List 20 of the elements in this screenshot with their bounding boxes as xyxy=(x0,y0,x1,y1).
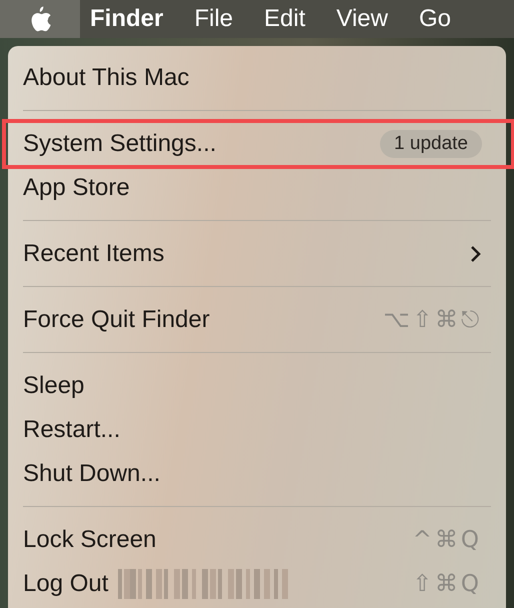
keyboard-shortcut: ⇧⌘Q xyxy=(412,571,482,597)
menu-bar-item[interactable]: Go xyxy=(408,0,472,38)
menu-item[interactable]: Recent Items xyxy=(23,240,164,268)
keyboard-shortcut: ^⌘Q xyxy=(412,527,482,553)
menu-item[interactable]: Lock Screen xyxy=(23,526,156,554)
menu-item[interactable]: App Store xyxy=(23,174,130,202)
menu-item[interactable]: About This Mac xyxy=(23,64,190,92)
menu-item[interactable]: Shut Down... xyxy=(23,460,160,488)
menu-bar-item[interactable]: Edit xyxy=(254,0,326,38)
menu-bar-item[interactable]: Finder xyxy=(80,0,184,38)
menu-bar-item[interactable]: File xyxy=(184,0,254,38)
menu-item[interactable]: Restart... xyxy=(23,416,120,444)
menu-bar-item[interactable]: View xyxy=(326,0,409,38)
keyboard-shortcut: ⌥⇧⌘⎋ xyxy=(383,307,482,333)
menu-item[interactable]: Log Out xyxy=(23,570,108,598)
menu-item[interactable]: System Settings... xyxy=(23,130,216,158)
update-badge: 1 update xyxy=(380,130,482,158)
apple-menu-button[interactable] xyxy=(0,0,80,38)
menu-item[interactable]: Force Quit Finder xyxy=(23,306,210,334)
menu-item[interactable]: Sleep xyxy=(23,372,84,400)
